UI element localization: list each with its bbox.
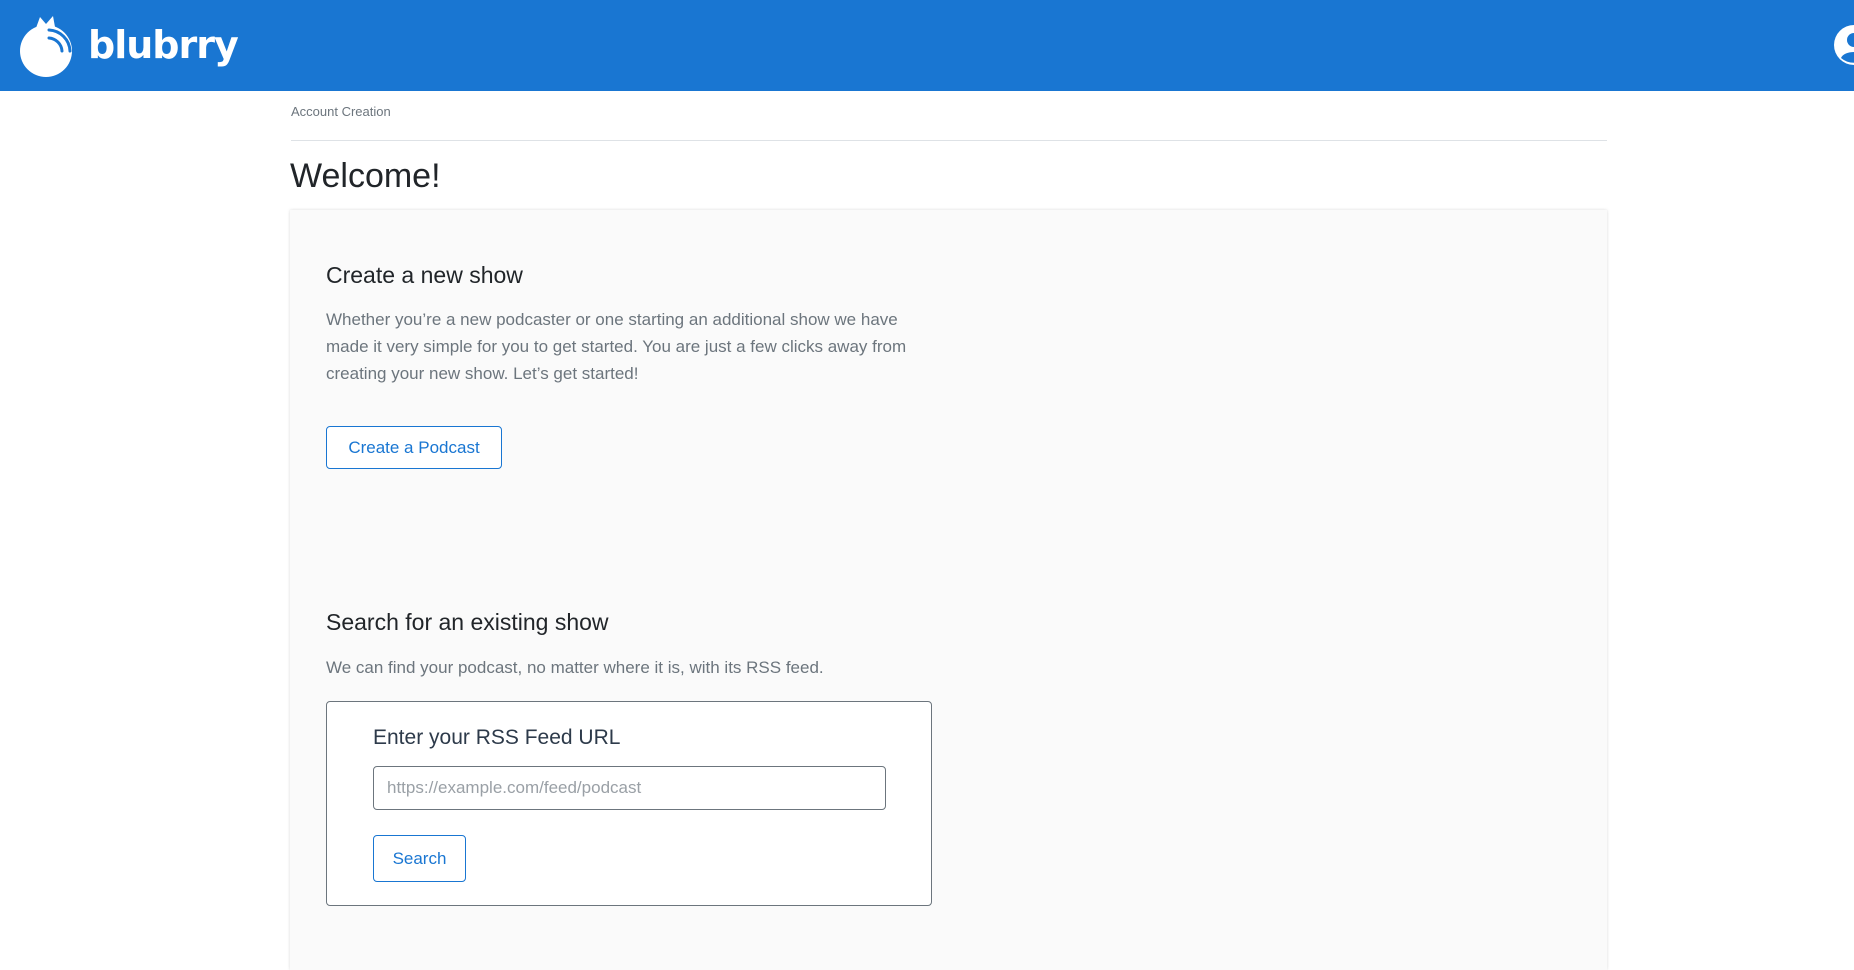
welcome-card: Create a new show Whether you’re a new p… — [290, 210, 1607, 970]
search-show-heading: Search for an existing show — [326, 609, 609, 635]
top-navbar: blubrry — [0, 0, 1854, 91]
divider — [291, 140, 1607, 141]
user-account-icon[interactable] — [1834, 25, 1854, 65]
rss-search-box: Enter your RSS Feed URL Search — [326, 701, 932, 906]
blubrry-berry-icon — [20, 16, 72, 77]
create-podcast-button[interactable]: Create a Podcast — [326, 426, 502, 469]
rss-feed-label: Enter your RSS Feed URL — [373, 726, 621, 749]
search-button[interactable]: Search — [373, 835, 466, 882]
create-show-description: Whether you’re a new podcaster or one st… — [326, 310, 907, 383]
search-show-description: We can find your podcast, no matter wher… — [326, 658, 824, 677]
rss-feed-url-input[interactable] — [373, 766, 886, 810]
logo-text: blubrry — [88, 23, 239, 67]
page-title: Welcome! — [290, 157, 441, 195]
blubrry-logo[interactable]: blubrry — [16, 14, 239, 78]
create-show-heading: Create a new show — [326, 262, 523, 288]
breadcrumb: Account Creation — [291, 104, 391, 119]
